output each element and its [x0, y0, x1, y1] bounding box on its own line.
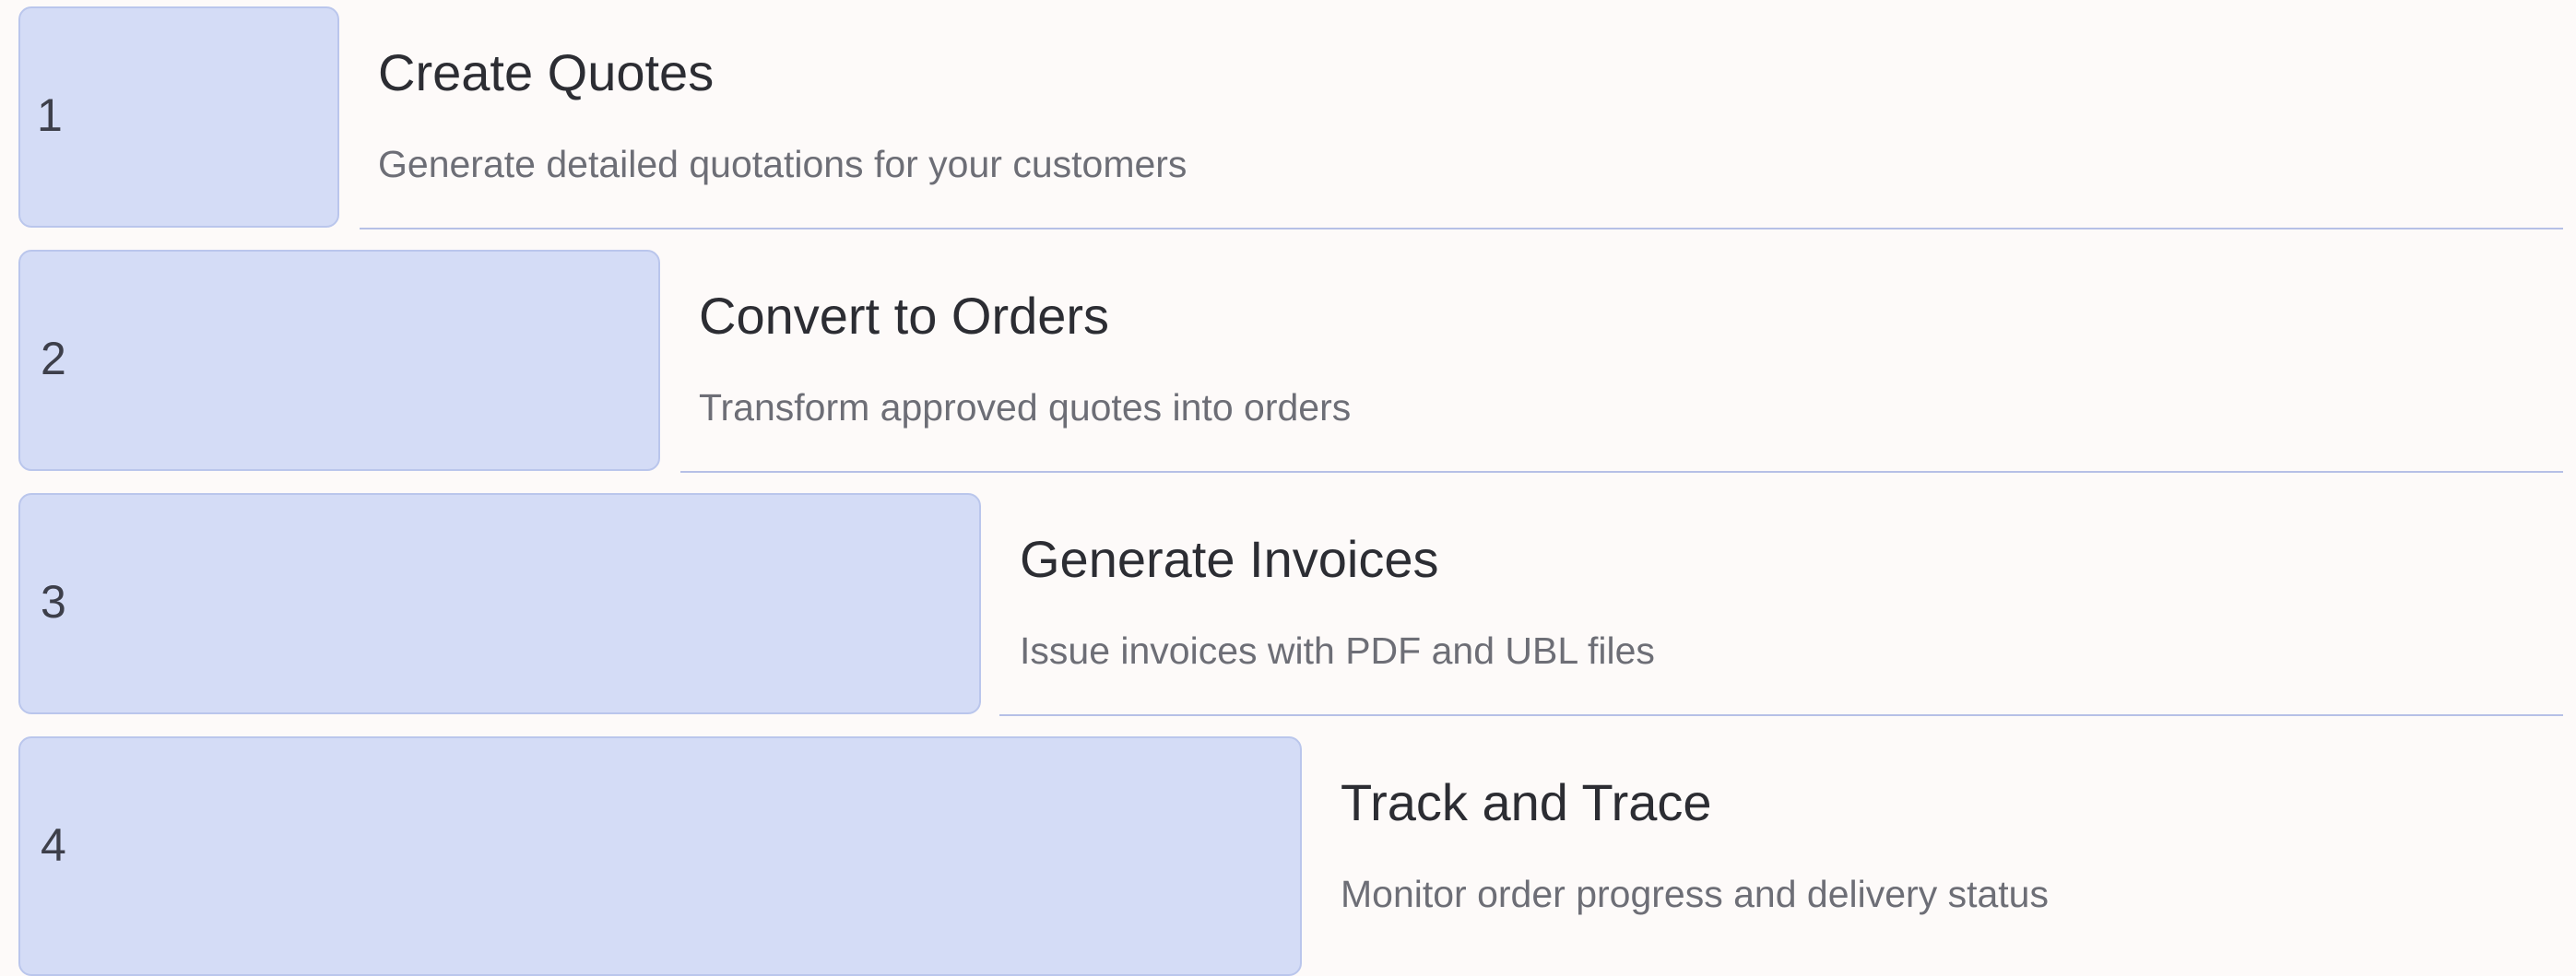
step-title: Generate Invoices	[1020, 530, 1439, 588]
step-item: 4 Track and Trace Monitor order progress…	[0, 730, 2576, 976]
step-description: Monitor order progress and delivery stat…	[1341, 873, 2049, 915]
step-progress-box	[18, 6, 339, 228]
step-number: 3	[41, 576, 66, 628]
step-title: Convert to Orders	[699, 287, 1110, 345]
step-divider	[680, 471, 2563, 473]
step-description: Generate detailed quotations for your cu…	[378, 143, 1188, 185]
step-divider	[360, 228, 2563, 229]
step-number: 4	[41, 819, 66, 871]
process-steps: 1 Create Quotes Generate detailed quotat…	[0, 0, 2576, 976]
step-item: 3 Generate Invoices Issue invoices with …	[0, 487, 2576, 730]
step-progress-box	[18, 250, 660, 471]
step-description: Transform approved quotes into orders	[699, 386, 1352, 429]
step-title: Track and Trace	[1341, 773, 1712, 831]
step-title: Create Quotes	[378, 43, 715, 101]
step-number: 2	[41, 333, 66, 384]
step-description: Issue invoices with PDF and UBL files	[1020, 629, 1655, 672]
step-number: 1	[37, 89, 63, 141]
step-progress-box	[18, 493, 981, 714]
step-divider	[999, 714, 2563, 716]
step-item: 2 Convert to Orders Transform approved q…	[0, 243, 2576, 487]
step-progress-box	[18, 736, 1302, 976]
step-item: 1 Create Quotes Generate detailed quotat…	[0, 0, 2576, 243]
